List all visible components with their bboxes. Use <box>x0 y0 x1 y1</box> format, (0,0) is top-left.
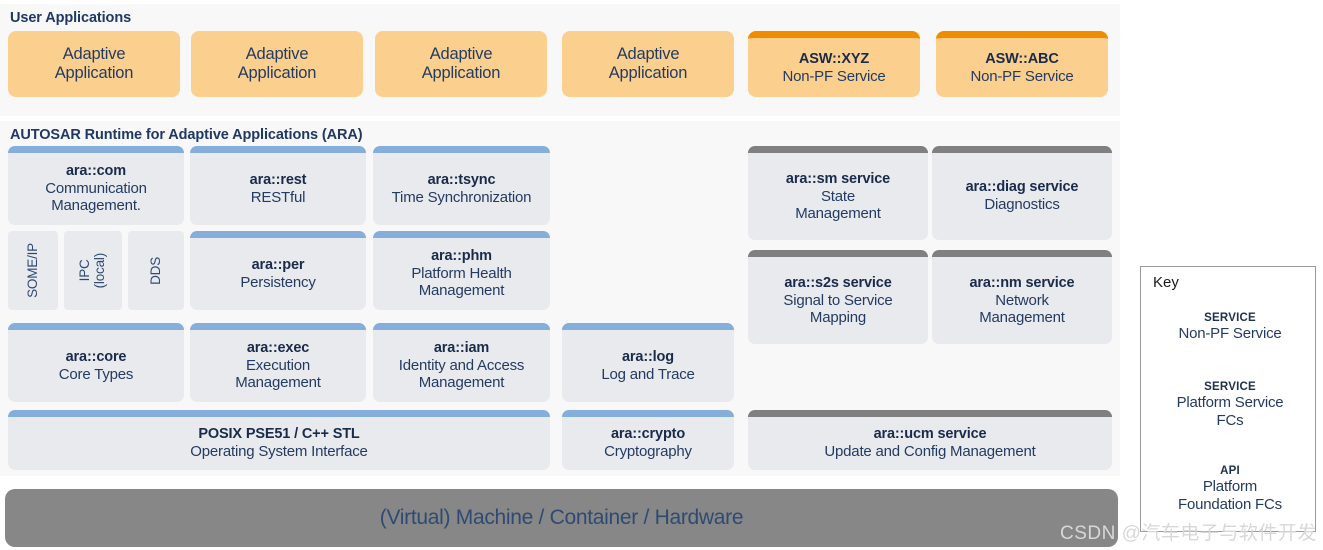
ara-nm-service-box[interactable]: ara::nm service Network Management <box>932 250 1112 344</box>
ara-log-desc: Log and Trace <box>601 365 695 383</box>
posix-osi-name: POSIX PSE51 / C++ STL <box>198 426 360 443</box>
adaptive-application-1[interactable]: Adaptive Application <box>8 31 180 97</box>
app-label-line1: Adaptive <box>616 44 680 63</box>
ara-iam-name: ara::iam <box>433 340 490 357</box>
asw-xyz-desc: Non-PF Service <box>782 67 886 85</box>
ara-diag-service-name: ara::diag service <box>965 179 1079 196</box>
ara-core-name: ara::core <box>65 348 127 365</box>
ara-phm-box[interactable]: ara::phm Platform Health Management <box>373 231 550 310</box>
asw-xyz-service[interactable]: ASW::XYZ Non-PF Service <box>748 31 920 97</box>
ara-ucm-service-name: ara::ucm service <box>873 426 987 443</box>
ara-com-desc: Communication Management. <box>45 180 147 215</box>
ara-phm-name: ara::phm <box>431 248 492 265</box>
app-label-line2: Application <box>237 64 317 82</box>
asw-abc-desc: Non-PF Service <box>970 67 1074 85</box>
asw-xyz-name: ASW::XYZ <box>798 50 870 67</box>
app-label-line1: Adaptive <box>429 44 493 63</box>
ara-s2s-service-name: ara::s2s service <box>784 274 892 291</box>
binding-someip-box[interactable]: SOME/IP <box>8 231 58 310</box>
posix-osi-box[interactable]: POSIX PSE51 / C++ STL Operating System I… <box>8 410 550 470</box>
adaptive-application-3[interactable]: Adaptive Application <box>375 31 547 97</box>
binding-dds-label: DDS <box>147 256 163 285</box>
ara-exec-box[interactable]: ara::exec Execution Management <box>190 323 366 402</box>
hardware-label: (Virtual) Machine / Container / Hardware <box>379 506 744 529</box>
ara-nm-service-desc: Network Management <box>979 291 1065 326</box>
ara-sm-service-name: ara::sm service <box>785 170 891 187</box>
ara-crypto-name: ara::crypto <box>610 426 686 443</box>
app-label-line2: Application <box>421 64 501 82</box>
ara-com-box[interactable]: ara::com Communication Management. <box>8 146 184 225</box>
ara-per-box[interactable]: ara::per Persistency <box>190 231 366 310</box>
ara-rest-box[interactable]: ara::rest RESTful <box>190 146 366 225</box>
ara-crypto-desc: Cryptography <box>604 443 692 461</box>
ara-ucm-service-box[interactable]: ara::ucm service Update and Config Manag… <box>748 410 1112 470</box>
ara-exec-desc: Execution Management <box>235 357 321 392</box>
ara-sm-service-desc: State Management <box>795 187 881 222</box>
key-item-platform-foundation: API Platform Foundation FCs <box>1161 455 1299 523</box>
ara-s2s-service-box[interactable]: ara::s2s service Signal to Service Mappi… <box>748 250 928 344</box>
ara-iam-box[interactable]: ara::iam Identity and Access Management <box>373 323 550 402</box>
ara-tsync-name: ara::tsync <box>427 171 496 188</box>
ara-rest-name: ara::rest <box>249 171 307 188</box>
ara-log-box[interactable]: ara::log Log and Trace <box>562 323 734 402</box>
ara-diag-service-desc: Diagnostics <box>984 196 1060 214</box>
binding-someip-label: SOME/IP <box>24 243 40 298</box>
ara-nm-service-name: ara::nm service <box>969 274 1075 291</box>
adaptive-application-4[interactable]: Adaptive Application <box>562 31 734 97</box>
ara-iam-desc: Identity and Access Management <box>398 357 525 392</box>
ara-com-name: ara::com <box>65 163 127 180</box>
csdn-watermark: CSDN @汽车电子与软件开发 <box>1060 518 1317 545</box>
ara-core-box[interactable]: ara::core Core Types <box>8 323 184 402</box>
key-item-cap: SERVICE <box>1204 381 1256 394</box>
adaptive-application-2[interactable]: Adaptive Application <box>191 31 363 97</box>
ara-log-name: ara::log <box>622 348 674 365</box>
ara-crypto-box[interactable]: ara::crypto Cryptography <box>562 410 734 470</box>
ara-phm-desc: Platform Health Management <box>411 265 512 300</box>
ara-s2s-service-desc: Signal to Service Mapping <box>783 291 893 326</box>
binding-dds-box[interactable]: DDS <box>128 231 184 310</box>
app-label-line2: Application <box>608 64 688 82</box>
ara-per-name: ara::per <box>251 256 305 273</box>
ara-tsync-box[interactable]: ara::tsync Time Synchronization <box>373 146 550 225</box>
key-item-platform-service: SERVICE Platform Service FCs <box>1161 371 1299 439</box>
binding-ipc-label: IPC (local) <box>77 252 107 289</box>
ara-core-desc: Core Types <box>58 365 134 383</box>
ara-ucm-service-desc: Update and Config Management <box>824 443 1036 461</box>
key-item-non-pf-service: SERVICE Non-PF Service <box>1161 297 1299 357</box>
binding-ipc-box[interactable]: IPC (local) <box>64 231 122 310</box>
diagram-canvas: User Applications Adaptive Application A… <box>0 0 1323 550</box>
key-item-cap: SERVICE <box>1204 311 1256 324</box>
app-label-line1: Adaptive <box>245 44 309 63</box>
key-item-cap: API <box>1220 465 1240 478</box>
ara-title: AUTOSAR Runtime for Adaptive Application… <box>10 127 363 143</box>
asw-abc-service[interactable]: ASW::ABC Non-PF Service <box>936 31 1108 97</box>
ara-diag-service-box[interactable]: ara::diag service Diagnostics <box>932 146 1112 240</box>
ara-tsync-desc: Time Synchronization <box>391 188 532 206</box>
user-applications-title: User Applications <box>10 10 132 26</box>
key-item-desc: Platform Foundation FCs <box>1178 478 1282 513</box>
app-label-line1: Adaptive <box>62 44 126 63</box>
key-item-desc: Platform Service FCs <box>1176 394 1284 429</box>
hardware-bar: (Virtual) Machine / Container / Hardware <box>5 489 1118 547</box>
ara-per-desc: Persistency <box>240 273 316 291</box>
key-item-desc: Non-PF Service <box>1178 324 1282 342</box>
ara-exec-name: ara::exec <box>246 340 310 357</box>
ara-rest-desc: RESTful <box>250 188 306 206</box>
asw-abc-name: ASW::ABC <box>985 50 1059 67</box>
posix-osi-desc: Operating System Interface <box>190 443 368 461</box>
watermark-text: CSDN @汽车电子与软件开发 <box>1060 523 1317 544</box>
key-title: Key <box>1153 274 1179 291</box>
app-label-line2: Application <box>54 64 134 82</box>
ara-sm-service-box[interactable]: ara::sm service State Management <box>748 146 928 240</box>
